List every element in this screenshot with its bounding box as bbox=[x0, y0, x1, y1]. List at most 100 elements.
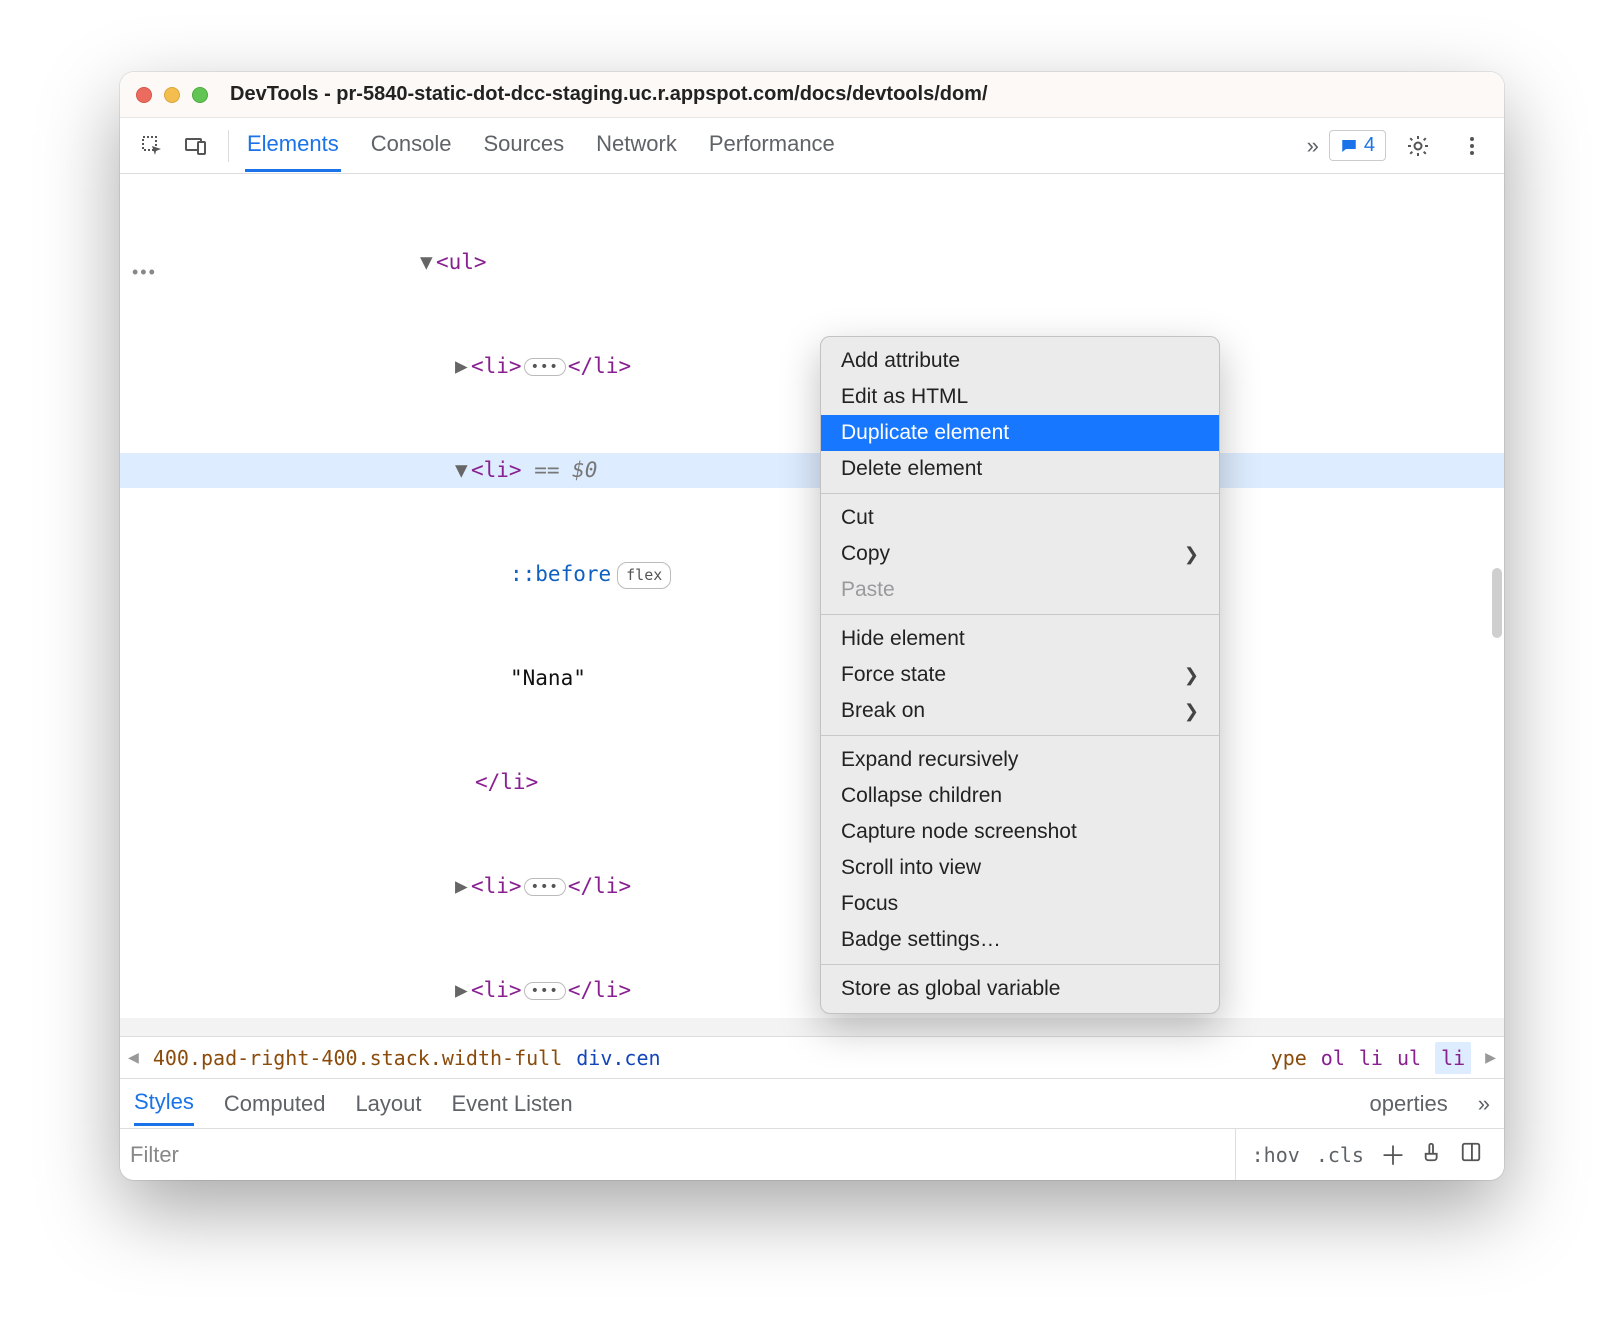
context-menu-separator bbox=[821, 964, 1219, 965]
issues-count: 4 bbox=[1364, 134, 1375, 157]
tree-bottom-shade bbox=[120, 1018, 1504, 1036]
flex-badge[interactable]: flex bbox=[617, 562, 671, 589]
settings-gear-icon[interactable] bbox=[1400, 128, 1436, 164]
dom-tree[interactable]: ▼<ul> ▶<li>•••</li> ▼<li> == $0 ::before… bbox=[120, 174, 1504, 1036]
minimize-window-button[interactable] bbox=[164, 87, 180, 103]
context-menu-item-scroll-into-view[interactable]: Scroll into view bbox=[821, 850, 1219, 886]
window-controls bbox=[136, 87, 208, 103]
context-menu-item-paste: Paste bbox=[821, 572, 1219, 608]
tab-network[interactable]: Network bbox=[594, 119, 679, 172]
main-tabs: Elements Console Sources Network Perform… bbox=[245, 119, 837, 172]
tag-ul-open[interactable]: <ul> bbox=[436, 250, 487, 274]
tag-li-close: </li> bbox=[475, 770, 538, 794]
close-window-button[interactable] bbox=[136, 87, 152, 103]
chevron-right-icon: ❯ bbox=[1184, 701, 1199, 722]
tab-elements[interactable]: Elements bbox=[245, 119, 341, 172]
context-menu-item-label: Expand recursively bbox=[841, 748, 1018, 772]
toolbar-separator bbox=[228, 130, 229, 162]
context-menu-item-label: Delete element bbox=[841, 457, 982, 481]
context-menu-item-cut[interactable]: Cut bbox=[821, 500, 1219, 536]
hov-toggle[interactable]: :hov bbox=[1252, 1143, 1300, 1167]
breadcrumb-item[interactable]: ype bbox=[1271, 1046, 1307, 1070]
subtab-layout[interactable]: Layout bbox=[355, 1091, 421, 1117]
dom-actions-icon[interactable]: ••• bbox=[132, 258, 157, 288]
context-menu-item-label: Edit as HTML bbox=[841, 385, 968, 409]
subtab-computed[interactable]: Computed bbox=[224, 1091, 326, 1117]
context-menu-separator bbox=[821, 735, 1219, 736]
collapsed-ellipsis-icon[interactable]: ••• bbox=[524, 878, 566, 896]
context-menu-item-badge-settings[interactable]: Badge settings… bbox=[821, 922, 1219, 958]
tag-li-close: </li> bbox=[568, 874, 631, 898]
tag-li-open[interactable]: <li> bbox=[471, 354, 522, 378]
tab-performance[interactable]: Performance bbox=[707, 119, 837, 172]
selected-element-row[interactable]: ▼<li> == $0 bbox=[120, 453, 1504, 488]
context-menu-item-label: Force state bbox=[841, 663, 946, 687]
tag-li-open[interactable]: <li> bbox=[471, 458, 522, 482]
dom-breadcrumb[interactable]: ◀ 400.pad-right-400.stack.width-full div… bbox=[120, 1036, 1504, 1078]
breadcrumb-item[interactable]: 400.pad-right-400.stack.width-full bbox=[153, 1046, 562, 1070]
elements-panel[interactable]: ••• ▼<ul> ▶<li>•••</li> ▼<li> == $0 ::be… bbox=[120, 174, 1504, 1036]
context-menu-item-collapse-children[interactable]: Collapse children bbox=[821, 778, 1219, 814]
main-toolbar: Elements Console Sources Network Perform… bbox=[120, 118, 1504, 174]
tag-li-open[interactable]: <li> bbox=[471, 978, 522, 1002]
context-menu-separator bbox=[821, 493, 1219, 494]
context-menu-item-duplicate-element[interactable]: Duplicate element bbox=[821, 415, 1219, 451]
devtools-window: DevTools - pr-5840-static-dot-dcc-stagin… bbox=[120, 72, 1504, 1180]
tag-li-close: </li> bbox=[568, 978, 631, 1002]
tab-sources[interactable]: Sources bbox=[481, 119, 566, 172]
context-menu-item-hide-element[interactable]: Hide element bbox=[821, 621, 1219, 657]
context-menu-item-label: Hide element bbox=[841, 627, 965, 651]
subtab-styles[interactable]: Styles bbox=[134, 1089, 194, 1126]
styles-filterbar: :hov .cls ＋ bbox=[120, 1128, 1504, 1180]
breadcrumb-item[interactable]: ol bbox=[1321, 1046, 1345, 1070]
window-title: DevTools - pr-5840-static-dot-dcc-stagin… bbox=[230, 83, 988, 106]
vertical-scrollbar[interactable] bbox=[1492, 568, 1502, 638]
tabs-overflow[interactable]: » bbox=[1307, 133, 1319, 159]
context-menu-item-break-on[interactable]: Break on ❯ bbox=[821, 693, 1219, 729]
context-menu-item-copy[interactable]: Copy❯ bbox=[821, 536, 1219, 572]
context-menu-item-label: Scroll into view bbox=[841, 856, 981, 880]
maximize-window-button[interactable] bbox=[192, 87, 208, 103]
breadcrumb-item[interactable]: li bbox=[1359, 1046, 1383, 1070]
context-menu-item-focus[interactable]: Focus bbox=[821, 886, 1219, 922]
subtab-event-listeners[interactable]: Event Listen bbox=[452, 1091, 573, 1117]
collapsed-ellipsis-icon[interactable]: ••• bbox=[524, 358, 566, 376]
context-menu-item-label: Focus bbox=[841, 892, 898, 916]
context-menu-item-store-as-global-variable[interactable]: Store as global variable bbox=[821, 971, 1219, 1007]
context-menu-item-label: Break on bbox=[841, 699, 925, 723]
context-menu-item-expand-recursively[interactable]: Expand recursively bbox=[821, 742, 1219, 778]
context-menu-item-edit-as-html[interactable]: Edit as HTML bbox=[821, 379, 1219, 415]
context-menu-item-delete-element[interactable]: Delete element bbox=[821, 451, 1219, 487]
cls-toggle[interactable]: .cls bbox=[1316, 1143, 1364, 1167]
context-menu-item-label: Duplicate element bbox=[841, 421, 1009, 445]
dollar-zero-marker: == $0 bbox=[522, 458, 598, 482]
tag-li-open[interactable]: <li> bbox=[471, 874, 522, 898]
breadcrumb-left-icon[interactable]: ◀ bbox=[128, 1047, 139, 1068]
text-node[interactable]: "Nana" bbox=[510, 666, 586, 690]
context-menu-item-label: Add attribute bbox=[841, 349, 960, 373]
context-menu-item-label: Collapse children bbox=[841, 784, 1002, 808]
context-menu: Add attribute Edit as HTML Duplicate eleme… bbox=[820, 336, 1220, 1014]
breadcrumb-right-icon[interactable]: ▶ bbox=[1485, 1047, 1496, 1068]
breadcrumb-item[interactable]: ul bbox=[1397, 1046, 1421, 1070]
new-style-rule-icon[interactable]: ＋ bbox=[1380, 1136, 1406, 1173]
inspect-element-icon[interactable] bbox=[134, 128, 170, 164]
collapsed-ellipsis-icon[interactable]: ••• bbox=[524, 982, 566, 1000]
subtabs-overflow[interactable]: » bbox=[1478, 1091, 1490, 1117]
context-menu-item-force-state[interactable]: Force state❯ bbox=[821, 657, 1219, 693]
pseudo-before[interactable]: ::before bbox=[510, 562, 611, 586]
breadcrumb-item-current[interactable]: li bbox=[1435, 1042, 1471, 1074]
context-menu-item-capture-node-screenshot[interactable]: Capture node screenshot bbox=[821, 814, 1219, 850]
context-menu-item-add-attribute[interactable]: Add attribute bbox=[821, 343, 1219, 379]
computed-sidebar-icon[interactable] bbox=[1460, 1141, 1482, 1169]
paint-brush-icon[interactable] bbox=[1422, 1141, 1444, 1169]
issues-badge[interactable]: 4 bbox=[1329, 130, 1386, 161]
context-menu-item-label: Copy bbox=[841, 542, 890, 566]
kebab-menu-icon[interactable] bbox=[1454, 128, 1490, 164]
device-toolbar-icon[interactable] bbox=[178, 128, 214, 164]
styles-filter-input[interactable] bbox=[130, 1142, 1235, 1168]
subtab-properties[interactable]: operties bbox=[1369, 1091, 1447, 1117]
context-menu-item-label: Capture node screenshot bbox=[841, 820, 1077, 844]
tab-console[interactable]: Console bbox=[369, 119, 454, 172]
breadcrumb-item[interactable]: div.cen bbox=[576, 1046, 660, 1070]
